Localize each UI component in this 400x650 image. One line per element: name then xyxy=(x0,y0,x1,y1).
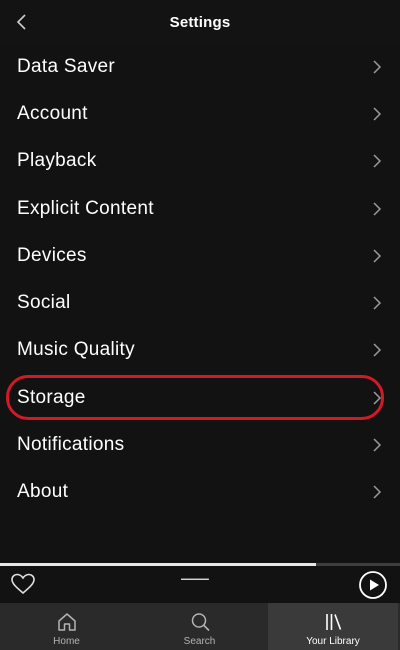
tab-label: Home xyxy=(53,636,80,647)
menu-item-data-saver[interactable]: Data Saver xyxy=(0,43,400,90)
play-circle-icon[interactable] xyxy=(358,570,388,600)
menu-item-label: Devices xyxy=(17,244,87,266)
settings-menu: Data Saver Account Playback Explicit Con… xyxy=(0,43,400,516)
menu-item-devices[interactable]: Devices xyxy=(0,232,400,279)
library-icon xyxy=(326,614,342,630)
menu-item-playback[interactable]: Playback xyxy=(0,138,400,185)
menu-item-label: Storage xyxy=(17,386,86,408)
chevron-right-icon xyxy=(373,485,382,499)
chevron-right-icon xyxy=(373,438,382,452)
search-icon xyxy=(191,613,209,631)
menu-item-label: Social xyxy=(17,292,71,314)
home-icon xyxy=(57,613,76,631)
heart-outline-icon[interactable] xyxy=(10,572,36,596)
chevron-right-icon xyxy=(373,202,382,216)
chevron-right-icon xyxy=(373,60,382,74)
menu-item-music-quality[interactable]: Music Quality xyxy=(0,327,400,374)
tab-label: Your Library xyxy=(306,636,360,647)
tab-your-library[interactable]: Your Library xyxy=(268,603,398,650)
menu-item-explicit-content[interactable]: Explicit Content xyxy=(0,185,400,232)
chevron-right-icon xyxy=(373,249,382,263)
chevron-right-icon xyxy=(373,296,382,310)
chevron-right-icon xyxy=(373,343,382,357)
menu-item-notifications[interactable]: Notifications xyxy=(0,421,400,468)
menu-item-label: Music Quality xyxy=(17,339,135,361)
menu-item-label: Notifications xyxy=(17,434,125,456)
tab-home[interactable]: Home xyxy=(0,603,133,650)
menu-item-label: About xyxy=(17,481,69,503)
menu-item-account[interactable]: Account xyxy=(0,90,400,137)
menu-item-storage[interactable]: Storage xyxy=(0,374,400,421)
tab-search[interactable]: Search xyxy=(133,603,266,650)
header-bar: Settings xyxy=(0,0,400,46)
now-playing-bar[interactable]: ▔▔▔▔▔▔▔ ▔▔▔▔ xyxy=(0,566,400,603)
chevron-right-icon xyxy=(373,154,382,168)
menu-item-about[interactable]: About xyxy=(0,469,400,516)
menu-item-label: Explicit Content xyxy=(17,197,154,219)
tab-label: Search xyxy=(183,636,216,647)
menu-item-label: Account xyxy=(17,102,88,124)
chevron-right-icon xyxy=(373,391,382,405)
now-playing-track-info[interactable]: ▔▔▔▔▔▔▔ ▔▔▔▔ xyxy=(172,572,218,598)
bottom-tab-bar: Home Search Your Library xyxy=(0,603,400,650)
page-title: Settings xyxy=(169,14,231,31)
menu-item-label: Playback xyxy=(17,150,97,172)
menu-item-social[interactable]: Social xyxy=(0,279,400,326)
chevron-right-icon xyxy=(373,107,382,121)
menu-item-label: Data Saver xyxy=(17,55,116,77)
